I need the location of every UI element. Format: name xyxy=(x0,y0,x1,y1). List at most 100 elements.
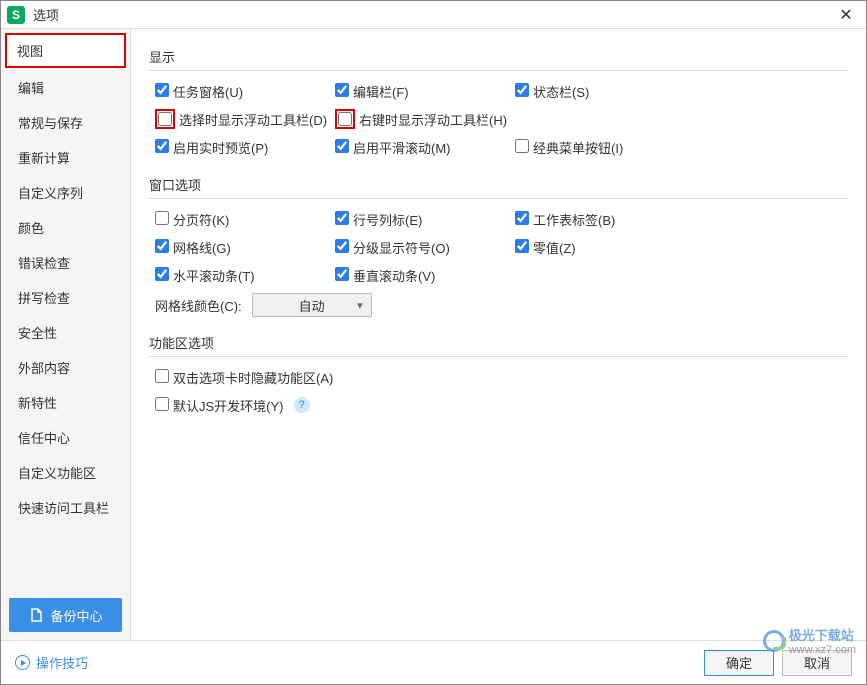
options-dialog: S 选项 ✕ 视图编辑常规与保存重新计算自定义序列颜色错误检查拼写检查安全性外部… xyxy=(0,0,867,685)
tips-link[interactable]: 操作技巧 xyxy=(15,653,88,672)
play-icon xyxy=(15,655,30,670)
checkbox-input[interactable] xyxy=(158,112,172,126)
option-checkbox[interactable]: 网格线(G) xyxy=(155,235,335,259)
document-icon xyxy=(28,607,44,623)
checkbox-label: 双击选项卡时隐藏功能区(A) xyxy=(173,368,333,387)
app-icon: S xyxy=(7,6,25,24)
checkbox-input[interactable] xyxy=(155,369,169,383)
grid-color-row: 网格线颜色(C): 自动 xyxy=(155,293,848,317)
sidebar-item[interactable]: 自定义功能区 xyxy=(1,455,130,490)
section-ribbon-options: 功能区选项 双击选项卡时隐藏功能区(A) 默认JS开发环境(Y)? xyxy=(149,329,848,417)
help-icon[interactable]: ? xyxy=(294,397,310,413)
checkbox-label: 编辑栏(F) xyxy=(353,82,409,101)
checkbox-input[interactable] xyxy=(155,211,169,225)
ribbon-options-list: 双击选项卡时隐藏功能区(A) 默认JS开发环境(Y)? xyxy=(155,365,848,417)
close-icon[interactable]: ✕ xyxy=(832,5,860,25)
sidebar-item[interactable]: 常规与保存 xyxy=(1,105,130,140)
display-options-grid: 任务窗格(U) 编辑栏(F) 状态栏(S) 选择时显示浮动工具栏(D) 右键时显示浮动工… xyxy=(155,79,848,159)
checkbox-label: 水平滚动条(T) xyxy=(173,266,255,285)
checkbox-input[interactable] xyxy=(515,139,529,153)
option-checkbox[interactable]: 分页符(K) xyxy=(155,207,335,231)
option-checkbox[interactable]: 水平滚动条(T) xyxy=(155,263,335,287)
checkbox-input[interactable] xyxy=(335,139,349,153)
checkbox-label: 零值(Z) xyxy=(533,238,576,257)
option-checkbox[interactable]: 编辑栏(F) xyxy=(335,79,515,103)
checkbox-input[interactable] xyxy=(515,211,529,225)
option-checkbox[interactable]: 启用平滑滚动(M) xyxy=(335,135,515,159)
checkbox-label: 状态栏(S) xyxy=(533,82,589,101)
checkbox-input[interactable] xyxy=(155,267,169,281)
checkbox-input[interactable] xyxy=(155,239,169,253)
checkbox-input[interactable] xyxy=(335,239,349,253)
tips-label: 操作技巧 xyxy=(36,653,88,672)
grid-color-value: 自动 xyxy=(299,296,325,315)
checkbox-label: 右键时显示浮动工具栏(H) xyxy=(359,110,507,129)
section-window-options: 窗口选项 分页符(K) 行号列标(E) 工作表标签(B) 网格线(G) 分级显示符号(O… xyxy=(149,171,848,317)
sidebar-item[interactable]: 视图 xyxy=(5,33,126,68)
checkbox-input[interactable] xyxy=(515,239,529,253)
checkbox-input[interactable] xyxy=(155,83,169,97)
sidebar-item[interactable]: 信任中心 xyxy=(1,420,130,455)
checkbox-label: 分级显示符号(O) xyxy=(353,238,450,257)
sidebar-item[interactable]: 错误检查 xyxy=(1,245,130,280)
checkbox-input[interactable] xyxy=(515,83,529,97)
grid-color-combo[interactable]: 自动 xyxy=(252,293,372,317)
ok-button[interactable]: 确定 xyxy=(704,650,774,676)
section-window-title: 窗口选项 xyxy=(149,171,848,199)
sidebar-items: 视图编辑常规与保存重新计算自定义序列颜色错误检查拼写检查安全性外部内容新特性信任… xyxy=(1,29,130,590)
checkbox-input[interactable] xyxy=(335,83,349,97)
option-checkbox[interactable]: 默认JS开发环境(Y)? xyxy=(155,393,848,417)
section-ribbon-title: 功能区选项 xyxy=(149,329,848,357)
sidebar-item[interactable]: 重新计算 xyxy=(1,140,130,175)
section-display-title: 显示 xyxy=(149,43,848,71)
option-checkbox[interactable]: 垂直滚动条(V) xyxy=(335,263,515,287)
sidebar-item[interactable]: 自定义序列 xyxy=(1,175,130,210)
sidebar-item[interactable]: 快速访问工具栏 xyxy=(1,490,130,525)
checkbox-input[interactable] xyxy=(335,267,349,281)
checkbox-label: 默认JS开发环境(Y) xyxy=(173,396,284,415)
option-checkbox[interactable]: 双击选项卡时隐藏功能区(A) xyxy=(155,365,848,389)
dialog-body: 视图编辑常规与保存重新计算自定义序列颜色错误检查拼写检查安全性外部内容新特性信任… xyxy=(1,29,866,640)
option-checkbox[interactable]: 选择时显示浮动工具栏(D) xyxy=(155,107,335,131)
checkbox-label: 分页符(K) xyxy=(173,210,229,229)
option-checkbox[interactable]: 零值(Z) xyxy=(515,235,695,259)
window-title: 选项 xyxy=(33,5,832,24)
section-display: 显示 任务窗格(U) 编辑栏(F) 状态栏(S) 选择时显示浮动工具栏(D) 右键时显示… xyxy=(149,43,848,159)
sidebar: 视图编辑常规与保存重新计算自定义序列颜色错误检查拼写检查安全性外部内容新特性信任… xyxy=(1,29,131,640)
checkbox-label: 行号列标(E) xyxy=(353,210,422,229)
grid-color-label: 网格线颜色(C): xyxy=(155,296,242,315)
option-checkbox[interactable]: 经典菜单按钮(I) xyxy=(515,135,695,159)
checkbox-label: 垂直滚动条(V) xyxy=(353,266,435,285)
checkbox-label: 网格线(G) xyxy=(173,238,231,257)
option-checkbox[interactable]: 分级显示符号(O) xyxy=(335,235,515,259)
option-checkbox[interactable]: 任务窗格(U) xyxy=(155,79,335,103)
sidebar-item[interactable]: 拼写检查 xyxy=(1,280,130,315)
option-checkbox[interactable]: 工作表标签(B) xyxy=(515,207,695,231)
option-checkbox[interactable]: 右键时显示浮动工具栏(H) xyxy=(335,107,515,131)
checkbox-label: 任务窗格(U) xyxy=(173,82,243,101)
sidebar-item[interactable]: 新特性 xyxy=(1,385,130,420)
sidebar-item[interactable]: 编辑 xyxy=(1,70,130,105)
checkbox-input[interactable] xyxy=(338,112,352,126)
checkbox-input[interactable] xyxy=(155,397,169,411)
checkbox-label: 工作表标签(B) xyxy=(533,210,615,229)
window-options-grid: 分页符(K) 行号列标(E) 工作表标签(B) 网格线(G) 分级显示符号(O) 零值(Z… xyxy=(155,207,848,287)
backup-center-button[interactable]: 备份中心 xyxy=(9,598,122,632)
option-checkbox[interactable]: 状态栏(S) xyxy=(515,79,695,103)
backup-label: 备份中心 xyxy=(50,606,102,625)
cancel-button[interactable]: 取消 xyxy=(782,650,852,676)
checkbox-label: 选择时显示浮动工具栏(D) xyxy=(179,110,327,129)
checkbox-label: 启用平滑滚动(M) xyxy=(353,138,451,157)
checkbox-label: 经典菜单按钮(I) xyxy=(533,138,623,157)
option-checkbox[interactable]: 行号列标(E) xyxy=(335,207,515,231)
footer: 操作技巧 确定 取消 xyxy=(1,640,866,684)
checkbox-input[interactable] xyxy=(155,139,169,153)
sidebar-item[interactable]: 安全性 xyxy=(1,315,130,350)
checkbox-input[interactable] xyxy=(335,211,349,225)
content-panel: 显示 任务窗格(U) 编辑栏(F) 状态栏(S) 选择时显示浮动工具栏(D) 右键时显示… xyxy=(131,29,866,640)
checkbox-label: 启用实时预览(P) xyxy=(173,138,268,157)
sidebar-item[interactable]: 颜色 xyxy=(1,210,130,245)
titlebar: S 选项 ✕ xyxy=(1,1,866,29)
sidebar-item[interactable]: 外部内容 xyxy=(1,350,130,385)
option-checkbox[interactable]: 启用实时预览(P) xyxy=(155,135,335,159)
